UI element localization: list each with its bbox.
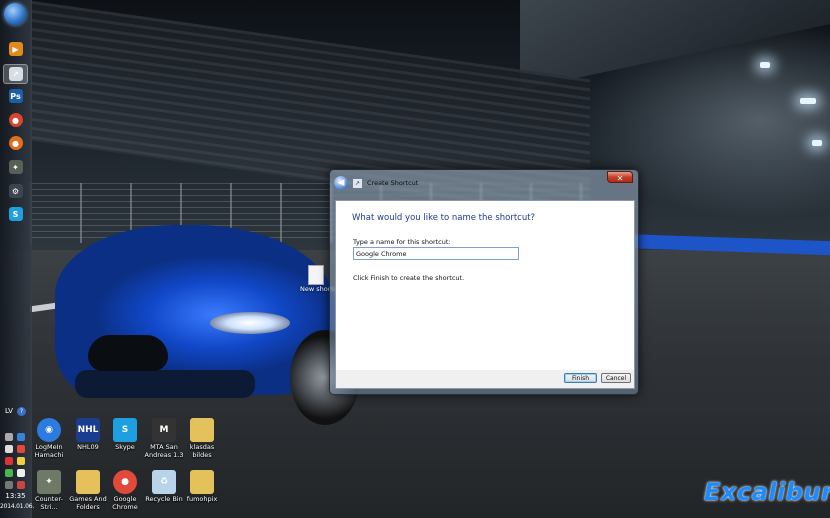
- skype-icon: S: [8, 207, 23, 221]
- taskbar-button-shortcut[interactable]: ↗: [3, 64, 28, 84]
- taskbar-button-skype[interactable]: S: [3, 204, 28, 224]
- desktop-icon[interactable]: klasdas bildes: [180, 418, 224, 459]
- recycle-bin-icon: ♻: [152, 470, 176, 494]
- dialog-footer: Finish Cancel: [335, 370, 635, 389]
- firefox-icon: ●: [8, 136, 23, 150]
- wallpaper-light: [812, 140, 822, 146]
- desktop-icon[interactable]: S Skype: [103, 418, 147, 451]
- desktop-icon-label: Skype: [115, 443, 135, 451]
- volume-icon[interactable]: [5, 445, 13, 453]
- desktop-icon[interactable]: fumohpix: [180, 470, 224, 503]
- counter-strike-icon: ✦: [8, 160, 23, 174]
- mail-icon[interactable]: [5, 457, 13, 465]
- media-player-icon: ▶: [8, 42, 23, 56]
- tray-app-icon[interactable]: [5, 481, 13, 489]
- clock-time[interactable]: 13:35: [0, 492, 31, 500]
- car-grille: [88, 335, 168, 371]
- nhl09-icon: NHL: [76, 418, 100, 442]
- taskbar-button-media-player[interactable]: ▶: [3, 39, 28, 59]
- tray-app-icon[interactable]: [17, 469, 25, 477]
- tray-app-icon[interactable]: [5, 469, 13, 477]
- language-indicator[interactable]: LV: [5, 407, 13, 415]
- folder-icon: [190, 418, 214, 442]
- start-button[interactable]: [4, 3, 26, 25]
- taskbar-button-photoshop[interactable]: Ps: [3, 86, 28, 106]
- hamachi-icon: ◉: [37, 418, 61, 442]
- cancel-button[interactable]: Cancel: [601, 373, 631, 383]
- tray-app-icon[interactable]: [17, 457, 25, 465]
- folder-icon: [76, 470, 100, 494]
- shortcut-name-label: Type a name for this shortcut:: [353, 238, 451, 246]
- taskbar-button-chrome[interactable]: ●: [3, 110, 28, 130]
- taskbar-button-firefox[interactable]: ●: [3, 133, 28, 153]
- taskbar: ▶ ↗ Ps ● ● ✦ ⚙ S LV ? 13:35 2014.01.06.: [0, 0, 34, 518]
- desktop-icon-label: New shortc: [300, 285, 337, 293]
- shortcut-icon: ↗: [8, 67, 23, 81]
- close-button[interactable]: ✕: [607, 171, 633, 183]
- skype-icon: S: [113, 418, 137, 442]
- wallpaper-light: [800, 98, 816, 104]
- steam-icon: ⚙: [8, 184, 23, 198]
- clock-date[interactable]: 2014.01.06.: [0, 503, 34, 510]
- file-icon: [308, 265, 324, 285]
- desktop-icon[interactable]: ● Google Chrome: [103, 470, 147, 511]
- dialog-content: What would you like to name the shortcut…: [335, 200, 635, 372]
- brand-watermark: Excalibur: [704, 478, 830, 506]
- dialog-title-bar: ◀ ↗ Create Shortcut: [334, 175, 564, 191]
- dialog-title: Create Shortcut: [367, 179, 419, 187]
- shortcut-name-input[interactable]: [353, 247, 519, 260]
- finish-instruction: Click Finish to create the shortcut.: [353, 274, 465, 282]
- photoshop-icon: Ps: [8, 89, 23, 103]
- finish-button[interactable]: Finish: [564, 373, 597, 383]
- taskbar-button-steam[interactable]: ⚙: [3, 181, 28, 201]
- create-shortcut-dialog: ◀ ↗ Create Shortcut ✕ What would you lik…: [329, 169, 639, 395]
- desktop-icon-label: Google Chrome: [112, 495, 138, 511]
- chrome-icon: ●: [8, 113, 23, 127]
- back-button[interactable]: ◀: [334, 176, 348, 190]
- tray-app-icon[interactable]: [17, 433, 25, 441]
- desktop-icon-label: klasdas bildes: [189, 443, 215, 459]
- tray-app-icon[interactable]: [17, 445, 25, 453]
- desktop-icon-label: LogMeIn Hamachi: [34, 443, 64, 459]
- folder-icon: [190, 470, 214, 494]
- mta-icon: M: [152, 418, 176, 442]
- desktop-icon-new-shortcut[interactable]: New shortc: [300, 265, 337, 293]
- desktop-icon[interactable]: ◉ LogMeIn Hamachi: [27, 418, 71, 459]
- chrome-icon: ●: [113, 470, 137, 494]
- car-bumper: [75, 370, 255, 398]
- help-icon[interactable]: ?: [17, 407, 26, 416]
- taskbar-button-counter-strike[interactable]: ✦: [3, 157, 28, 177]
- shortcut-icon: ↗: [352, 177, 363, 189]
- network-icon[interactable]: [5, 433, 13, 441]
- tray-app-icon[interactable]: [17, 481, 25, 489]
- counter-strike-icon: ✦: [37, 470, 61, 494]
- car-headlight: [210, 312, 290, 334]
- desktop-icon-label: fumohpix: [186, 495, 218, 503]
- dialog-heading: What would you like to name the shortcut…: [352, 213, 536, 223]
- wallpaper-light: [760, 62, 770, 68]
